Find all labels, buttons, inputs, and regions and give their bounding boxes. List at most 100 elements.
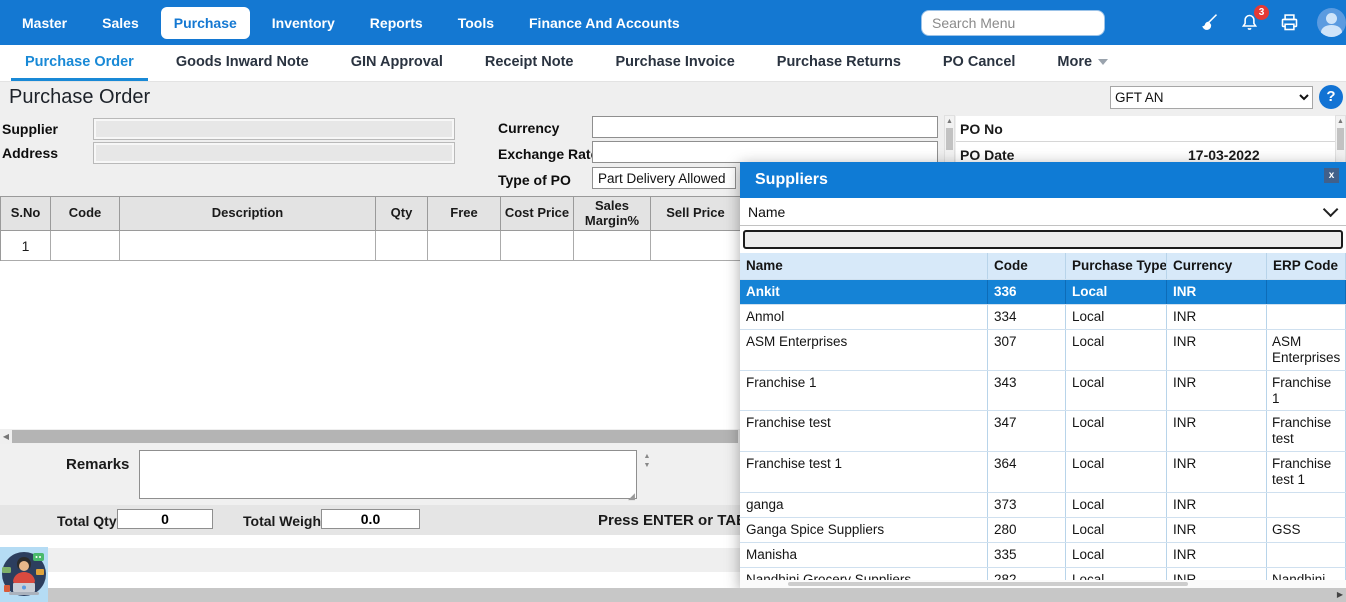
purchase-sub-nav: Purchase Order Goods Inward Note GIN App… <box>0 45 1346 82</box>
total-weight-field[interactable] <box>321 509 420 529</box>
tab-goods-inward-note[interactable]: Goods Inward Note <box>162 45 323 81</box>
supplier-row[interactable]: ASM Enterprises 307 Local INR ASM Enterp… <box>740 329 1346 371</box>
tab-receipt-note[interactable]: Receipt Note <box>471 45 588 81</box>
supplier-filter-select[interactable]: Name <box>740 198 1346 226</box>
supplier-field[interactable] <box>93 118 455 140</box>
scrollbar-thumb[interactable] <box>788 582 1188 586</box>
items-horizontal-scrollbar[interactable]: ◀ <box>0 429 740 444</box>
supplier-row[interactable]: Anmol 334 Local INR <box>740 304 1346 330</box>
col-header-free: Free <box>428 197 501 231</box>
item-cell-free[interactable] <box>428 231 501 261</box>
suppliers-popup-header[interactable]: Suppliers x <box>740 162 1346 198</box>
nav-item-finance-and-accounts[interactable]: Finance And Accounts <box>516 7 693 39</box>
suppliers-table: Name Code Purchase Type Currency ERP Cod… <box>740 253 1346 580</box>
item-cell-qty[interactable] <box>376 231 428 261</box>
supplier-name-cell: Ankit <box>740 279 988 304</box>
app-window: Master Sales Purchase Inventory Reports … <box>0 0 1346 602</box>
total-weight-label: Total Weight <box>243 513 326 529</box>
tab-purchase-order[interactable]: Purchase Order <box>11 45 148 81</box>
company-select[interactable]: GFT AN <box>1110 86 1313 109</box>
suppliers-table-header: Name Code Purchase Type Currency ERP Cod… <box>740 253 1346 280</box>
supplier-row[interactable]: Franchise 1 343 Local INR Franchise 1 <box>740 370 1346 412</box>
po-date-value: 17-03-2022 <box>1188 146 1260 163</box>
top-nav-bar: Master Sales Purchase Inventory Reports … <box>0 0 1346 45</box>
col-header-sales-margin: Sales Margin% <box>574 197 651 231</box>
scrollbar-thumb[interactable] <box>12 430 738 443</box>
item-cell-sales-margin[interactable] <box>574 231 651 261</box>
supplier-row[interactable]: Franchise test 1 364 Local INR Franchise… <box>740 452 1346 494</box>
help-icon[interactable]: ? <box>1319 85 1343 109</box>
tab-purchase-invoice[interactable]: Purchase Invoice <box>602 45 749 81</box>
total-qty-label: Total Qty <box>57 513 117 529</box>
supplier-name-cell: Ganga Spice Suppliers <box>740 518 988 542</box>
scroll-up-arrow-icon[interactable]: ▲ <box>945 116 954 127</box>
nav-item-purchase[interactable]: Purchase <box>160 6 250 39</box>
supplier-col-erp-code: ERP Code <box>1267 253 1346 279</box>
item-cell-code[interactable] <box>51 231 120 261</box>
supplier-code-cell: 307 <box>988 329 1066 370</box>
total-qty-field[interactable] <box>117 509 213 529</box>
notifications-bell-icon[interactable]: 3 <box>1237 4 1269 35</box>
resize-grip-icon[interactable]: ◢ <box>628 491 635 502</box>
tab-po-cancel[interactable]: PO Cancel <box>929 45 1030 81</box>
support-chat-widget[interactable] <box>0 547 48 602</box>
scroll-left-arrow-icon[interactable]: ◀ <box>0 432 12 441</box>
nav-item-sales[interactable]: Sales <box>89 7 152 39</box>
tab-more[interactable]: More <box>1043 45 1122 81</box>
supplier-row[interactable]: Nandhini Grocery Suppliers 282 Local INR… <box>740 567 1346 580</box>
supplier-row[interactable]: Manisha 335 Local INR <box>740 542 1346 568</box>
nav-item-tools[interactable]: Tools <box>445 7 507 39</box>
address-field[interactable] <box>93 142 455 164</box>
search-menu-input[interactable] <box>921 9 1105 36</box>
scrollbar-thumb[interactable] <box>946 128 953 150</box>
supplier-purchase-type-cell: Local <box>1066 279 1167 304</box>
nav-item-reports[interactable]: Reports <box>357 7 436 39</box>
supplier-name-cell: Anmol <box>740 304 988 329</box>
item-cell-cost-price[interactable] <box>501 231 574 261</box>
suppliers-table-body: Ankit 336 Local INR Anmol 334 Local INR <box>740 279 1346 580</box>
item-cell-sell-price[interactable] <box>651 231 741 261</box>
scroll-right-arrow-icon[interactable]: ▶ <box>1337 590 1343 599</box>
popup-horizontal-scrollbar[interactable] <box>740 580 1346 588</box>
tab-gin-approval[interactable]: GIN Approval <box>337 45 457 81</box>
supplier-purchase-type-cell: Local <box>1066 518 1167 542</box>
type-of-po-select[interactable]: Part Delivery Allowed <box>592 167 736 189</box>
supplier-row[interactable]: Ganga Spice Suppliers 280 Local INR GSS <box>740 518 1346 543</box>
user-avatar[interactable] <box>1317 8 1346 37</box>
col-header-qty: Qty <box>376 197 428 231</box>
po-date-label: PO Date <box>960 146 1015 163</box>
textarea-spinner-icons[interactable]: ▲ ▼ <box>641 452 653 470</box>
theme-brush-icon[interactable] <box>1197 11 1221 35</box>
exchange-rate-field[interactable] <box>592 141 938 163</box>
tab-purchase-returns[interactable]: Purchase Returns <box>763 45 915 81</box>
item-cell-description[interactable] <box>120 231 376 261</box>
supplier-currency-cell: INR <box>1167 452 1267 493</box>
supplier-currency-cell: INR <box>1167 329 1267 370</box>
chevron-down-icon <box>1098 58 1109 65</box>
scrollbar-thumb[interactable] <box>1337 128 1344 150</box>
supplier-name-cell: Franchise test 1 <box>740 452 988 493</box>
supplier-currency-cell: INR <box>1167 279 1267 304</box>
tab-more-label: More <box>1057 53 1093 70</box>
window-horizontal-scrollbar[interactable]: ▶ <box>0 588 1346 602</box>
supplier-row[interactable]: Franchise test 347 Local INR Franchise t… <box>740 411 1346 453</box>
supplier-row[interactable]: Ankit 336 Local INR <box>740 279 1346 305</box>
topnav-right-group: 3 <box>921 4 1346 37</box>
close-icon[interactable]: x <box>1324 168 1339 183</box>
nav-item-inventory[interactable]: Inventory <box>259 7 348 39</box>
scroll-up-arrow-icon[interactable]: ▲ <box>1336 116 1345 127</box>
supplier-name-cell: Manisha <box>740 542 988 567</box>
supplier-erp-code-cell <box>1267 542 1346 567</box>
supplier-row[interactable]: ganga 373 Local INR <box>740 493 1346 519</box>
address-label: Address <box>2 145 59 161</box>
page-title: Purchase Order <box>9 86 151 108</box>
currency-field[interactable] <box>592 116 938 138</box>
remarks-textarea[interactable] <box>139 450 637 499</box>
supplier-search-input[interactable] <box>743 230 1343 249</box>
col-header-sno: S.No <box>1 197 51 231</box>
print-icon[interactable] <box>1277 11 1301 35</box>
supplier-currency-cell: INR <box>1167 542 1267 567</box>
nav-item-master[interactable]: Master <box>9 7 80 39</box>
item-row-1[interactable]: 1 <box>1 231 741 261</box>
exchange-rate-label: Exchange Rate <box>498 146 599 162</box>
